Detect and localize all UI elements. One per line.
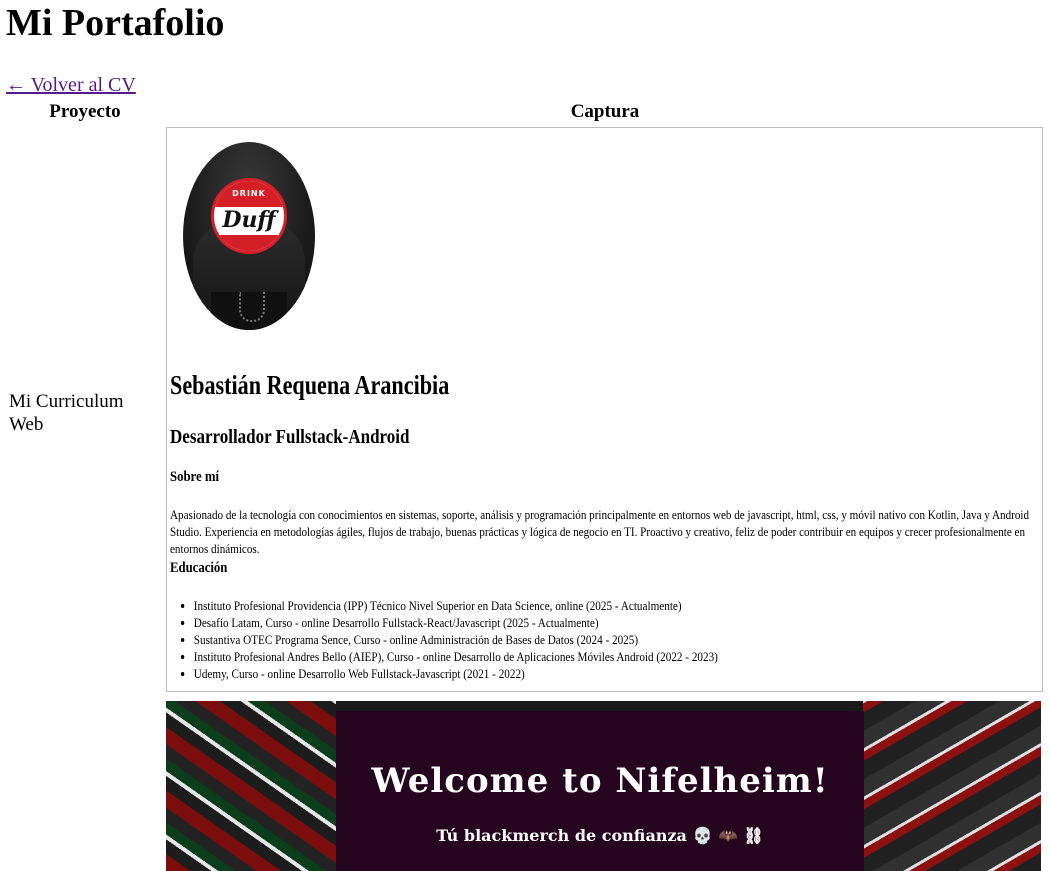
list-item: Instituto Profesional Andres Bello (AIEP… (194, 648, 796, 665)
cv-name: Sebastián Requena Arancibia (170, 370, 450, 400)
cv-about-text: Apasionado de la tecnología con conocimi… (170, 507, 1030, 556)
duff-logo-word: Duff (222, 207, 276, 233)
cv-about-title: Sobre mí (170, 469, 220, 485)
cv-screenshot: DRINK Duff Sebastián Requena Arancibia D… (166, 127, 1043, 692)
list-item: Udemy, Curso - online Desarrollo Web Ful… (194, 665, 796, 682)
duff-logo: DRINK Duff (211, 178, 287, 254)
list-item: Sustantiva OTEC Programa Sence, Curso - … (194, 631, 796, 648)
column-header-proyecto: Proyecto (49, 101, 121, 122)
store-banner-title: Welcome to Nifelheim! (371, 761, 829, 801)
cv-role: Desarrollador Fullstack-Android (170, 426, 410, 448)
back-to-cv-link[interactable]: ← Volver al CV (6, 72, 136, 98)
project-name: Mi Curriculum Web (9, 391, 124, 435)
store-banner: Welcome to Nifelheim! Tú blackmerch de c… (336, 711, 864, 871)
cv-education-list: Instituto Profesional Providencia (IPP) … (180, 597, 796, 682)
cv-education-title: Educación (170, 560, 228, 576)
band-patch-collage-left (166, 701, 336, 871)
store-screenshot: Welcome to Nifelheim! Tú blackmerch de c… (166, 701, 1041, 871)
list-item: Desafío Latam, Curso - online Desarrollo… (194, 614, 796, 631)
store-banner-subtitle: Tú blackmerch de confianza 💀 🦇 ⛓ (436, 826, 764, 845)
page-title: Mi Portafolio (6, 2, 225, 44)
avatar: DRINK Duff (183, 142, 315, 330)
duff-logo-top-text: DRINK (232, 189, 266, 198)
column-header-captura: Captura (570, 101, 640, 122)
band-patch-collage-right (863, 701, 1041, 871)
list-item: Instituto Profesional Providencia (IPP) … (194, 597, 796, 614)
